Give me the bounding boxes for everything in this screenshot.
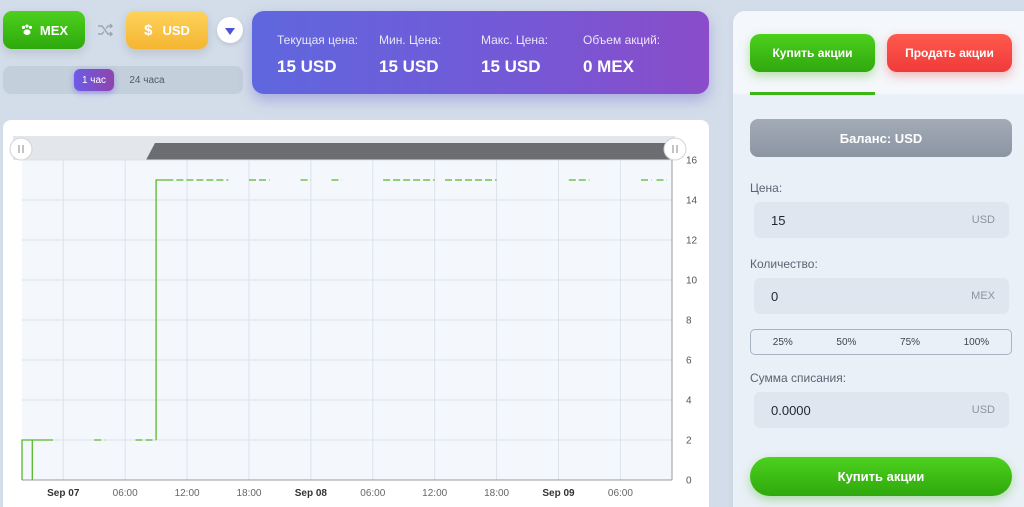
active-tab-underline	[750, 92, 875, 95]
max-price-value: 15 USD	[481, 57, 541, 76]
quantity-label: Количество:	[750, 257, 818, 271]
y-tick-label: 8	[686, 316, 692, 327]
quantity-value: 0	[771, 288, 779, 304]
current-price-label: Текущая цена:	[277, 33, 359, 47]
x-tick-label: Sep 07	[47, 488, 80, 499]
price-chart[interactable]: 0 2 4 6 8 10 12 14 16 Sep 07 06:00 12:00 18:00 Sep 0…	[3, 120, 709, 507]
navigator-left-handle[interactable]	[9, 137, 33, 161]
quote-coin-button[interactable]: $ USD	[126, 11, 208, 49]
tab-sell[interactable]: Продать акции	[887, 34, 1012, 72]
min-price-label: Мин. Цена:	[379, 33, 442, 47]
price-unit: USD	[971, 214, 995, 226]
x-tick-label: 18:00	[236, 488, 261, 499]
y-tick-label: 16	[686, 156, 698, 167]
x-tick-label: Sep 08	[295, 488, 328, 499]
total-value: 0.0000	[771, 402, 811, 418]
period-1h-button[interactable]: 1 час	[74, 69, 114, 91]
stat-current-price: Текущая цена: 15 USD	[277, 33, 358, 77]
y-tick-label: 12	[686, 236, 698, 247]
pair-dropdown-button[interactable]	[217, 17, 243, 43]
stat-volume: Объем акций: 0 MEX	[583, 33, 660, 77]
y-tick-label: 6	[686, 356, 692, 367]
price-stats-card: Текущая цена: 15 USD Мин. Цена: 15 USD М…	[252, 11, 709, 94]
stat-min-price: Мин. Цена: 15 USD	[379, 33, 441, 77]
period-24h-button[interactable]: 24 часа	[122, 69, 172, 91]
x-tick-label: 12:00	[422, 488, 447, 499]
quantity-input[interactable]: 0 MEX	[754, 278, 1009, 314]
percent-75-button[interactable]: 75%	[900, 337, 920, 348]
x-tick-label: 06:00	[113, 488, 138, 499]
base-coin-label: MEX	[39, 22, 69, 38]
percent-50-button[interactable]: 50%	[836, 337, 856, 348]
price-label: Цена:	[750, 181, 783, 195]
y-tick-label: 0	[686, 476, 692, 487]
quantity-unit: MEX	[971, 290, 995, 302]
balance-badge: Баланс: USD	[750, 119, 1012, 157]
x-tick-label: 06:00	[360, 488, 385, 499]
percent-100-button[interactable]: 100%	[964, 337, 990, 348]
dollar-icon: $	[144, 21, 153, 39]
percent-25-button[interactable]: 25%	[773, 337, 793, 348]
min-price-value: 15 USD	[379, 57, 439, 76]
percent-selector: 25% 50% 75% 100%	[750, 329, 1012, 355]
x-tick-label: Sep 09	[542, 488, 575, 499]
submit-buy-button[interactable]: Купить акции	[750, 457, 1012, 496]
price-input[interactable]: 15 USD	[754, 202, 1009, 238]
price-value: 15	[771, 212, 786, 228]
chevron-down-icon	[225, 27, 235, 35]
navigator-right-handle[interactable]	[663, 137, 687, 161]
total-input: 0.0000 USD	[754, 392, 1009, 428]
current-price-value: 15 USD	[277, 57, 337, 76]
base-coin-button[interactable]: MEX	[3, 11, 85, 49]
tab-buy[interactable]: Купить акции	[750, 34, 875, 72]
x-tick-label: 12:00	[175, 488, 200, 499]
y-tick-label: 10	[686, 276, 698, 287]
stat-max-price: Макс. Цена: 15 USD	[481, 33, 548, 77]
quote-coin-label: USD	[162, 22, 190, 38]
volume-value: 0 MEX	[583, 57, 635, 76]
navigator-range	[146, 143, 675, 160]
volume-label: Объем акций:	[583, 33, 661, 47]
swap-icon[interactable]	[97, 22, 113, 38]
y-tick-label: 4	[686, 396, 692, 407]
x-tick-label: 18:00	[484, 488, 509, 499]
paw-icon	[21, 24, 32, 35]
total-label: Сумма списания:	[750, 371, 847, 385]
y-tick-label: 14	[686, 196, 698, 207]
price-chart-card: 0 2 4 6 8 10 12 14 16 Sep 07 06:00 12:00 18:00 Sep 0…	[3, 120, 709, 507]
total-unit: USD	[971, 404, 995, 416]
x-tick-label: 06:00	[608, 488, 633, 499]
max-price-label: Макс. Цена:	[481, 33, 549, 47]
y-tick-label: 2	[686, 436, 692, 447]
